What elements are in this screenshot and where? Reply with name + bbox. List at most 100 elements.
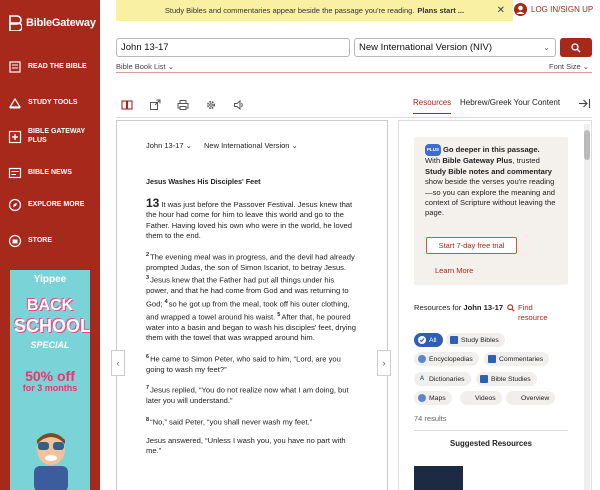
- divider: [116, 117, 592, 118]
- verse-number: 3: [146, 275, 150, 282]
- chip-label: All: [429, 336, 437, 344]
- plus-promo-text: PLUS Go deeper in this passage. With Bibl…: [425, 144, 560, 219]
- sidebar-item-store[interactable]: STORE: [8, 234, 98, 248]
- filter-chip-maps[interactable]: Maps: [414, 391, 452, 405]
- chip-label: Maps: [429, 394, 446, 402]
- print-icon[interactable]: [177, 99, 189, 111]
- resources-for-heading: Resources for John 13-17: [414, 303, 504, 313]
- filter-chip-encyclopedias[interactable]: Encyclopedias: [414, 352, 479, 366]
- verse-number: 8: [146, 416, 150, 423]
- plus-headline: Go deeper in this passage.: [443, 145, 540, 155]
- passage-heading: Jesus Washes His Disciples' Feet: [146, 177, 261, 186]
- bible-book-list-link[interactable]: Bible Book List ⌄: [116, 62, 174, 71]
- close-icon[interactable]: ✕: [497, 5, 505, 16]
- audio-icon[interactable]: [233, 99, 245, 111]
- sidebar-item-bible-news[interactable]: BIBLE NEWS: [8, 166, 98, 180]
- chevron-right-icon: ›: [382, 358, 386, 368]
- sidebar-item-explore-more[interactable]: EXPLORE MORE: [8, 198, 98, 212]
- chip-label: Study Bibles: [461, 336, 499, 344]
- verse-text: It was just before the Passover Festival…: [146, 199, 353, 241]
- study-bible-icon: [450, 336, 458, 344]
- font-size-link[interactable]: Font Size ⌄: [549, 62, 589, 71]
- logo-icon: [9, 15, 22, 31]
- tab-resources[interactable]: Resources: [413, 98, 452, 114]
- brand-name: BibleGateway: [26, 17, 96, 29]
- chip-label: Overview: [521, 394, 550, 402]
- start-free-trial-button[interactable]: Start 7-day free trial: [426, 237, 517, 254]
- filter-chip-bible-studies[interactable]: Bible Studies: [476, 372, 537, 386]
- chevron-down-icon: ⌄: [183, 141, 192, 150]
- passage-search-input[interactable]: [116, 38, 350, 57]
- verse: 8“No,” said Peter, “you shall never wash…: [146, 415, 358, 428]
- passage-version-dropdown[interactable]: New International Version ⌄: [204, 141, 298, 150]
- scrollbar-track[interactable]: [584, 124, 590, 490]
- filter-chip-videos[interactable]: Videos: [460, 391, 502, 405]
- next-chapter-button[interactable]: ›: [377, 350, 391, 376]
- book-list-label: Bible Book List: [116, 62, 166, 71]
- search-button[interactable]: [560, 38, 592, 57]
- login-signup-link[interactable]: LOG IN/SIGN UP: [514, 3, 593, 16]
- version-select[interactable]: New International Version (NIV) ⌄: [354, 38, 556, 57]
- sidebar-item-label: STUDY TOOLS: [28, 98, 78, 106]
- chip-label: Videos: [475, 394, 496, 402]
- collapse-panel-icon[interactable]: [578, 98, 591, 109]
- ad-banner[interactable]: Yippee BACK SCHOOL SPECIAL 50% off for 3…: [10, 270, 90, 490]
- search-icon: [507, 304, 515, 312]
- divider: [116, 72, 592, 73]
- suggested-resources-heading: Suggested Resources: [414, 430, 568, 448]
- banner-text: Study Bibles and commentaries appear bes…: [164, 6, 415, 15]
- plus-badge: PLUS: [425, 144, 442, 157]
- sidebar-item-study-tools[interactable]: STUDY TOOLS: [8, 96, 98, 110]
- sidebar-item-label: BIBLE NEWS: [28, 168, 72, 176]
- chevron-down-icon: ⌄: [167, 62, 175, 71]
- font-size-label: Font Size: [549, 62, 581, 71]
- passage-reference-dropdown[interactable]: John 13-17 ⌄: [146, 141, 192, 150]
- banner-link[interactable]: Plans start ...: [417, 6, 464, 15]
- verse-text: “No,” said Peter, “you shall never wash …: [150, 417, 313, 427]
- scrollbar-thumb[interactable]: [584, 130, 590, 160]
- check-icon: [418, 336, 426, 344]
- map-icon: [418, 394, 426, 402]
- tab-hebrew-greek-your-content[interactable]: Hebrew/Greek Your Content: [460, 98, 560, 107]
- filter-chip-overview[interactable]: Overview: [506, 391, 556, 405]
- previous-chapter-button[interactable]: ‹: [111, 350, 125, 376]
- chip-label: Commentaries: [499, 355, 544, 363]
- version-select-value: New International Version (NIV): [359, 42, 493, 53]
- bible-study-icon: [480, 375, 488, 383]
- announcement-banner: Study Bibles and commentaries appear bes…: [116, 0, 513, 21]
- sidebar-item-label: READ THE BIBLE: [28, 62, 87, 70]
- verse-text: Jesus replied, “You do not realize now w…: [146, 385, 349, 406]
- resources-for-ref: John 13-17: [463, 303, 504, 312]
- gear-icon[interactable]: [205, 99, 217, 111]
- filter-chip-commentaries[interactable]: Commentaries: [484, 352, 550, 366]
- promo-text: show beside the verses you're reading—so…: [425, 177, 556, 218]
- verse: Jesus answered, “Unless I wash you, you …: [146, 436, 358, 457]
- compass-icon: [8, 198, 22, 212]
- verse-number: 2: [146, 251, 150, 258]
- promo-text-bold: Study Bible notes and commentary: [425, 166, 553, 176]
- sidebar-item-label: EXPLORE MORE: [28, 200, 85, 208]
- filter-chip-study-bibles[interactable]: Study Bibles: [446, 333, 505, 347]
- ad-offer: 50% off for 3 months: [20, 369, 80, 394]
- suggested-resource-thumbnail[interactable]: [414, 466, 463, 490]
- chip-label: Dictionaries: [429, 375, 465, 383]
- sidebar-item-bible-gateway-plus[interactable]: BIBLE GATEWAY PLUS: [8, 128, 98, 145]
- share-icon[interactable]: [149, 99, 161, 111]
- brand-logo[interactable]: BibleGateway: [8, 12, 96, 34]
- learn-more-link[interactable]: Learn More: [435, 266, 473, 275]
- filter-chip-all[interactable]: All: [414, 333, 443, 347]
- search-icon: [571, 42, 581, 52]
- ad-line2: SCHOOL: [14, 316, 90, 336]
- sidebar-item-label: STORE: [28, 236, 52, 244]
- dictionary-icon: A: [419, 376, 425, 382]
- resources-for-label: Resources for: [414, 303, 462, 312]
- study-tools-icon: [8, 97, 22, 109]
- verse-number: 6: [146, 353, 150, 360]
- passage-text: Jesus Washes His Disciples' Feet 13 It wa…: [146, 177, 358, 465]
- sidebar-item-read-the-bible[interactable]: READ THE BIBLE: [8, 60, 98, 74]
- filter-chip-dictionaries[interactable]: A Dictionaries: [414, 372, 471, 386]
- verse: 2The evening meal was in progress, and t…: [146, 250, 358, 344]
- parallel-icon[interactable]: [121, 99, 133, 111]
- find-resource-link[interactable]: Find resource: [507, 303, 554, 323]
- verse-text: Jesus answered, “Unless I wash you, you …: [146, 435, 346, 456]
